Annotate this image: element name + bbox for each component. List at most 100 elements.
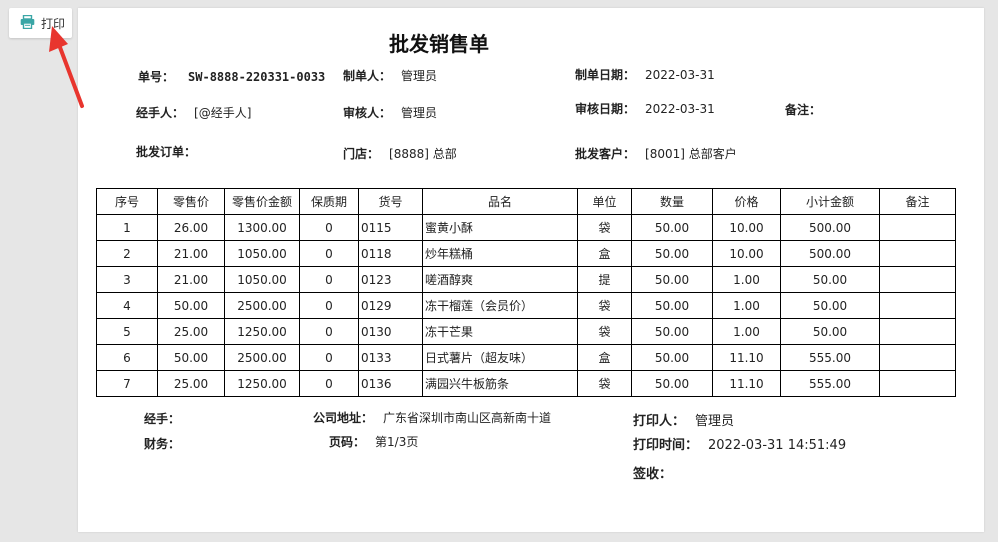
bill-no-value: SW-8888-220331-0033 [188, 70, 326, 84]
handler-field: 经手人： [@经手人] [136, 104, 251, 121]
auditor-value: 管理员 [401, 106, 438, 120]
order-label: 批发订单： [136, 145, 197, 159]
col-header: 零售价金额 [224, 188, 300, 215]
table-row: 7 25.00 1250.00 0 0136 满园兴牛板筋条袋 50.00 11.10 555.… [96, 370, 956, 397]
table-cell: 1250.00 [224, 318, 300, 345]
table-cell: 11.10 [712, 370, 781, 397]
document-page: 批发销售单 单号： SW-8888-220331-0033 制单人： 管理员 制单日… [78, 8, 984, 532]
table-cell [879, 214, 956, 241]
col-header: 品名 [422, 188, 578, 215]
table-cell: 0130 [358, 318, 423, 345]
footer-address-label: 公司地址： [313, 411, 374, 425]
footer-page-label: 页码： [329, 435, 366, 449]
handler-label: 经手人： [136, 106, 185, 120]
table-cell: 10.00 [712, 240, 781, 267]
table-cell: 50.00 [157, 344, 225, 371]
annotation-arrow-icon [49, 26, 84, 108]
col-header: 序号 [96, 188, 158, 215]
table-header-row: 序号 零售价 零售价金额 保质期 货号 品名 单位 数量 价格 小计金额 备注 [96, 188, 956, 215]
table-cell: 11.10 [712, 344, 781, 371]
table-row: 6 50.00 2500.00 0 0133 日式薯片（超友味）盒 50.00 11.10 55… [96, 344, 956, 371]
make-date-field: 制单日期： 2022-03-31 [575, 66, 715, 83]
items-table: 序号 零售价 零售价金额 保质期 货号 品名 单位 数量 价格 小计金额 备注 … [96, 188, 956, 397]
audit-date-field: 审核日期： 2022-03-31 [575, 100, 715, 117]
col-header: 保质期 [299, 188, 359, 215]
table-cell: 0123 [358, 266, 423, 293]
table-cell: 提 [577, 266, 632, 293]
table-cell: 1050.00 [224, 240, 300, 267]
customer-value: [8001] 总部客户 [645, 147, 737, 161]
table-cell: 炒年糕桶 [422, 240, 578, 267]
document-title: 批发销售单 [389, 32, 489, 56]
table-cell: 4 [96, 292, 158, 319]
table-cell: 1050.00 [224, 266, 300, 293]
footer-page: 页码： 第1/3页 [329, 433, 418, 450]
footer-handler-label: 经手： [144, 412, 181, 426]
col-header: 单位 [577, 188, 632, 215]
col-header: 小计金额 [780, 188, 880, 215]
table-cell: 50.00 [780, 318, 880, 345]
footer-address-value: 广东省深圳市南山区高新南十道 [383, 411, 552, 425]
table-cell: 21.00 [157, 240, 225, 267]
table-cell: 7 [96, 370, 158, 397]
table-cell: 25.00 [157, 370, 225, 397]
col-header: 备注 [879, 188, 956, 215]
store-label: 门店： [343, 147, 380, 161]
table-cell: 50.00 [157, 292, 225, 319]
table-cell: 50.00 [631, 344, 713, 371]
order-field: 批发订单： [136, 143, 196, 160]
footer-printer: 打印人： 管理员 [633, 410, 734, 429]
table-cell: 2500.00 [224, 344, 300, 371]
table-cell: 0133 [358, 344, 423, 371]
auditor-field: 审核人： 管理员 [343, 104, 437, 121]
table-cell [879, 344, 956, 371]
table-cell: 0 [299, 370, 359, 397]
footer-finance-label: 财务： [144, 437, 181, 451]
table-cell: 0136 [358, 370, 423, 397]
table-cell: 1.00 [712, 266, 781, 293]
table-cell: 盒 [577, 240, 632, 267]
table-cell: 555.00 [780, 344, 880, 371]
table-cell [879, 318, 956, 345]
handler-value: [@经手人] [194, 106, 252, 120]
table-cell: 冻干芒果 [422, 318, 578, 345]
table-cell: 0 [299, 318, 359, 345]
table-cell: 袋 [577, 370, 632, 397]
bill-no-label: 单号： [138, 70, 175, 84]
footer-print-time-label: 打印时间： [633, 438, 699, 453]
table-cell: 500.00 [780, 214, 880, 241]
table-cell [879, 292, 956, 319]
customer-field: 批发客户： [8001] 总部客户 [575, 145, 737, 162]
table-cell: 日式薯片（超友味） [422, 344, 578, 371]
footer-print-time: 打印时间： 2022-03-31 14:51:49 [633, 434, 846, 453]
table-cell: 盒 [577, 344, 632, 371]
table-cell: 袋 [577, 292, 632, 319]
footer-printer-label: 打印人： [633, 414, 686, 429]
table-row: 1 26.00 1300.00 0 0115 蜜黄小酥袋 50.00 10.00 500.00 [96, 214, 956, 241]
table-cell: 50.00 [631, 214, 713, 241]
table-cell: 2500.00 [224, 292, 300, 319]
bill-no-field: 单号： SW-8888-220331-0033 [138, 68, 325, 85]
table-cell: 2 [96, 240, 158, 267]
audit-date-label: 审核日期： [575, 102, 636, 116]
table-cell: 0 [299, 344, 359, 371]
table-cell [879, 370, 956, 397]
table-cell: 50.00 [631, 266, 713, 293]
table-cell: 0115 [358, 214, 423, 241]
footer-sign: 签收： [633, 463, 672, 482]
table-cell: 50.00 [780, 292, 880, 319]
table-cell: 1250.00 [224, 370, 300, 397]
table-cell: 0 [299, 214, 359, 241]
table-cell: 1.00 [712, 318, 781, 345]
footer-address: 公司地址： 广东省深圳市南山区高新南十道 [313, 409, 551, 426]
table-cell: 50.00 [631, 240, 713, 267]
table-cell: 1 [96, 214, 158, 241]
printer-icon [20, 14, 35, 33]
table-row: 2 21.00 1050.00 0 0118 炒年糕桶盒 50.00 10.00 500.00 [96, 240, 956, 267]
table-cell: 0 [299, 266, 359, 293]
footer-print-time-value: 2022-03-31 14:51:49 [708, 438, 847, 453]
table-cell: 嗟酒醇爽 [422, 266, 578, 293]
make-date-label: 制单日期： [575, 68, 636, 82]
footer-sign-label: 签收： [633, 467, 673, 482]
audit-date-value: 2022-03-31 [645, 102, 715, 116]
